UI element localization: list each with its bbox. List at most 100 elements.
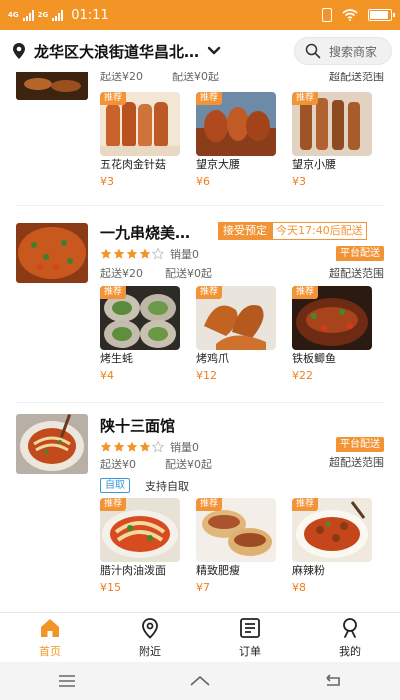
dish-image[interactable]: 推荐	[100, 286, 180, 350]
star-icon	[139, 441, 151, 452]
nav-label: 首页	[39, 644, 61, 658]
star-icon	[113, 248, 125, 259]
search-placeholder: 搜索商家	[329, 44, 378, 59]
network-indicator-2: 2G	[38, 11, 49, 19]
delivery-range: 超配送范围	[329, 72, 384, 83]
min-order: 起送¥0	[100, 458, 136, 471]
dish-card[interactable]: 推荐 腊汁肉油泼面 ¥15	[100, 498, 180, 595]
store-card[interactable]: 起送¥20 配送¥0起 超配送范围 推荐 五花肉金针菇 ¥3 推荐 望京大腰 ¥…	[0, 72, 400, 220]
dish-name: 麻辣粉	[292, 564, 325, 577]
store-image[interactable]	[16, 223, 88, 283]
platform-delivery-badge: 平台配送	[336, 246, 384, 261]
dish-price: ¥8	[292, 581, 306, 594]
recommend-tag: 推荐	[292, 498, 319, 511]
dish-image[interactable]: 推荐	[196, 498, 276, 562]
dish-image[interactable]: 推荐	[196, 92, 276, 156]
location-text[interactable]: 龙华区大浪街道华昌北…	[34, 41, 199, 62]
dish-image[interactable]: 推荐	[292, 286, 372, 350]
search-box[interactable]: 搜索商家	[294, 37, 392, 65]
system-nav-bar	[0, 662, 400, 700]
nav-home[interactable]: 首页	[0, 613, 100, 662]
dish-price: ¥12	[196, 369, 217, 382]
pickup-text: 支持自取	[145, 480, 189, 493]
preorder-badge: 接受预定 今天17:40后配送	[218, 222, 367, 240]
dish-name: 望京大腰	[196, 158, 240, 171]
chevron-down-icon[interactable]	[207, 46, 221, 56]
rating-stars: 销量0	[100, 439, 199, 455]
recommend-tag: 推荐	[100, 92, 127, 105]
dish-card[interactable]: 推荐 望京大腰 ¥6	[196, 92, 276, 189]
delivery-fee: 配送¥0起	[172, 72, 219, 83]
network-4g-label: 4G	[8, 11, 19, 19]
dish-image[interactable]: 推荐	[100, 498, 180, 562]
dish-name: 精致肥瘦	[196, 564, 240, 577]
recommend-tag: 推荐	[292, 92, 319, 105]
divider	[16, 205, 384, 206]
store-image[interactable]	[16, 414, 88, 474]
status-bar: 4G 2G 01:11	[0, 0, 400, 30]
dish-name: 烤生蚝	[100, 352, 133, 365]
store-name[interactable]: 陕十三面馆	[100, 415, 175, 436]
store-card[interactable]: 陕十三面馆 销量0 平台配送 起送¥0 配送¥0起 超配送范围 自取 支持自取	[0, 414, 400, 612]
network-2g-label: 2G	[37, 11, 49, 19]
dish-price: ¥3	[292, 175, 306, 188]
menu-icon[interactable]	[56, 673, 78, 689]
rating-stars: 销量0	[100, 246, 199, 262]
location-header: 龙华区大浪街道华昌北… 搜索商家	[0, 30, 400, 72]
store-image[interactable]	[16, 72, 88, 100]
back-icon[interactable]	[322, 673, 344, 689]
dish-image[interactable]: 推荐	[292, 498, 372, 562]
dish-price: ¥22	[292, 369, 313, 382]
dish-card[interactable]: 推荐 麻辣粉 ¥8	[292, 498, 372, 595]
nav-orders[interactable]: 订单	[200, 613, 300, 662]
platform-delivery-badge: 平台配送	[336, 437, 384, 452]
sales-count: 销量0	[170, 248, 199, 261]
star-icon	[113, 441, 125, 452]
signal-icon-2	[52, 9, 64, 21]
order-list-icon	[240, 617, 260, 638]
dish-image[interactable]: 推荐	[196, 286, 276, 350]
delivery-range: 超配送范围	[329, 456, 384, 469]
dish-card[interactable]: 推荐 望京小腰 ¥3	[292, 92, 372, 189]
clock: 01:11	[71, 7, 109, 23]
store-name[interactable]: 一九串烧美…	[100, 222, 190, 243]
star-icon	[126, 248, 138, 259]
home-icon	[41, 618, 59, 637]
star-empty-icon	[152, 248, 164, 260]
sales-count: 销量0	[170, 441, 199, 454]
recommend-tag: 推荐	[196, 498, 223, 511]
dish-card[interactable]: 推荐 精致肥瘦 ¥7	[196, 498, 276, 595]
bottom-nav: 首页 附近 订单 我的	[0, 612, 400, 662]
delivery-fee: 配送¥0起	[165, 267, 212, 280]
dish-image[interactable]: 推荐	[100, 92, 180, 156]
dish-name: 铁板鲫鱼	[292, 352, 336, 365]
nav-label: 附近	[139, 644, 161, 658]
recommend-tag: 推荐	[100, 498, 127, 511]
nav-label: 我的	[339, 644, 361, 658]
nav-nearby[interactable]: 附近	[100, 613, 200, 662]
recommend-tag: 推荐	[100, 286, 127, 299]
nav-label: 订单	[239, 644, 261, 658]
delivery-fee: 配送¥0起	[165, 458, 212, 471]
dish-image[interactable]: 推荐	[292, 92, 372, 156]
recommend-tag: 推荐	[196, 286, 223, 299]
preorder-time: 今天17:40后配送	[272, 222, 367, 240]
dish-price: ¥6	[196, 175, 210, 188]
home-icon[interactable]	[189, 673, 211, 689]
nav-profile[interactable]: 我的	[300, 613, 400, 662]
dish-card[interactable]: 推荐 烤生蚝 ¥4	[100, 286, 180, 383]
search-icon	[305, 43, 321, 59]
dish-card[interactable]: 推荐 铁板鲫鱼 ¥22	[292, 286, 372, 383]
dish-card[interactable]: 推荐 烤鸡爪 ¥12	[196, 286, 276, 383]
map-pin-icon	[142, 617, 158, 639]
dish-price: ¥4	[100, 369, 114, 382]
dish-name: 烤鸡爪	[196, 352, 229, 365]
dish-name: 腊汁肉油泼面	[100, 564, 166, 577]
dish-card[interactable]: 推荐 五花肉金针菇 ¥3	[100, 92, 180, 189]
location-pin-icon	[13, 43, 25, 59]
wifi-icon	[342, 9, 358, 21]
store-card[interactable]: 一九串烧美… 接受预定 今天17:40后配送 销量0 平台配送 起送¥20 配送…	[0, 220, 400, 400]
store-list[interactable]: 起送¥20 配送¥0起 超配送范围 推荐 五花肉金针菇 ¥3 推荐 望京大腰 ¥…	[0, 72, 400, 612]
divider	[16, 402, 384, 403]
battery-icon	[368, 9, 395, 21]
